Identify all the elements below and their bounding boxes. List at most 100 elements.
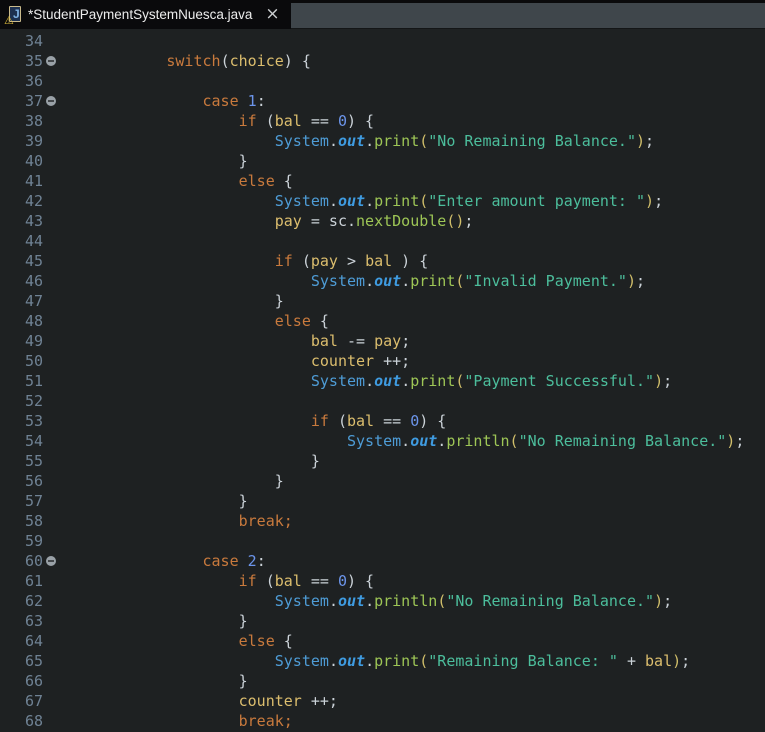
ide-window: J ⚠ *StudentPaymentSystemNuesca.java × 3…: [0, 0, 765, 731]
gutter-fold-area: [43, 431, 58, 451]
gutter-fold-area: [43, 71, 58, 91]
fold-toggle-icon[interactable]: [46, 96, 56, 106]
code-text: counter ++;: [238, 692, 338, 710]
code-text: }: [58, 672, 248, 690]
code-line: 46 System.out.print("Invalid Payment.");: [0, 271, 765, 291]
code-text: if (bal == 0) {: [310, 412, 447, 430]
code-text: System.out.print("Payment Successful.");: [310, 372, 673, 390]
fold-toggle-icon[interactable]: [46, 56, 56, 66]
code-text: }: [58, 612, 248, 630]
gutter-fold-area: [43, 671, 58, 691]
code-line: 54 System.out.println("No Remaining Bala…: [0, 431, 765, 451]
line-number: 59: [24, 532, 43, 550]
tab-close-icon[interactable]: ×: [265, 6, 279, 23]
code-line: 34: [0, 31, 765, 51]
gutter-fold-area: [43, 491, 58, 511]
code-line: 61 if (bal == 0) {: [0, 571, 765, 591]
code-text: counter ++;: [310, 352, 411, 370]
code-line: 42 System.out.print("Enter amount paymen…: [0, 191, 765, 211]
code-text: else {: [274, 312, 329, 330]
gutter-fold-area: [43, 251, 58, 271]
gutter-fold-area: [43, 651, 58, 671]
gutter-fold-area: [43, 91, 58, 111]
gutter-fold-area: [43, 171, 58, 191]
line-number: 47: [24, 292, 43, 310]
code-text: case 1:: [202, 92, 266, 110]
code-text: pay = sc.nextDouble();: [274, 212, 474, 230]
code-line: 62 System.out.println("No Remaining Bala…: [0, 591, 765, 611]
code-lines: 34 35 switch(choice) {36 37 case 1: 38 if (…: [0, 31, 765, 731]
code-line: 63 }: [0, 611, 765, 631]
line-number: 56: [24, 472, 43, 490]
code-editor[interactable]: 34 35 switch(choice) {36 37 case 1: 38 if (…: [0, 29, 765, 731]
gutter-fold-area: [43, 291, 58, 311]
code-text: case 2:: [202, 552, 266, 570]
gutter-fold-area: [43, 551, 58, 571]
code-line: 45 if (pay > bal ) {: [0, 251, 765, 271]
code-line: 53 if (bal == 0) {: [0, 411, 765, 431]
code-text: System.out.print("No Remaining Balance."…: [274, 132, 655, 150]
gutter-fold-area: [43, 471, 58, 491]
gutter-fold-area: [43, 591, 58, 611]
code-line: 36: [0, 71, 765, 91]
code-text: System.out.print("Invalid Payment.");: [310, 272, 646, 290]
line-number: 46: [24, 272, 43, 290]
line-number: 53: [24, 412, 43, 430]
editor-tab[interactable]: J ⚠ *StudentPaymentSystemNuesca.java ×: [0, 0, 291, 29]
gutter-fold-area: [43, 131, 58, 151]
warning-badge-icon: ⚠: [4, 14, 14, 27]
line-number: 54: [24, 432, 43, 450]
code-text: }: [58, 492, 248, 510]
java-letter: J: [13, 6, 20, 21]
gutter-fold-area: [43, 511, 58, 531]
code-line: 56 }: [0, 471, 765, 491]
line-number: 34: [24, 32, 43, 50]
gutter-fold-area: [43, 331, 58, 351]
line-number: 51: [24, 372, 43, 390]
code-line: 51 System.out.print("Payment Successful.…: [0, 371, 765, 391]
line-number: 48: [24, 312, 43, 330]
code-text: }: [58, 472, 284, 490]
fold-toggle-icon[interactable]: [46, 556, 56, 566]
code-line: 40 }: [0, 151, 765, 171]
line-number: 63: [24, 612, 43, 630]
code-text: System.out.print("Enter amount payment: …: [274, 192, 664, 210]
code-line: 48 else {: [0, 311, 765, 331]
code-line: 43 pay = sc.nextDouble();: [0, 211, 765, 231]
gutter-fold-area: [43, 31, 58, 51]
gutter-fold-area: [43, 451, 58, 471]
line-number: 66: [24, 672, 43, 690]
line-number: 58: [24, 512, 43, 530]
line-number: 42: [24, 192, 43, 210]
line-number: 52: [24, 392, 43, 410]
gutter-fold-area: [43, 311, 58, 331]
code-text: bal -= pay;: [310, 332, 411, 350]
gutter-fold-area: [43, 51, 58, 71]
code-line: 67 counter ++;: [0, 691, 765, 711]
code-text: System.out.println("No Remaining Balance…: [346, 432, 745, 450]
line-number: 40: [24, 152, 43, 170]
code-line: 41 else {: [0, 171, 765, 191]
gutter-fold-area: [43, 351, 58, 371]
tab-title: *StudentPaymentSystemNuesca.java: [28, 7, 253, 22]
line-number: 55: [24, 452, 43, 470]
line-number: 35: [24, 52, 43, 70]
gutter-fold-area: [43, 191, 58, 211]
code-text: System.out.println("No Remaining Balance…: [274, 592, 673, 610]
code-line: 38 if (bal == 0) {: [0, 111, 765, 131]
code-line: 68 break;: [0, 711, 765, 731]
gutter-fold-area: [43, 411, 58, 431]
line-number: 64: [24, 632, 43, 650]
line-number: 43: [24, 212, 43, 230]
code-line: 39 System.out.print("No Remaining Balanc…: [0, 131, 765, 151]
code-text: break;: [238, 512, 293, 530]
gutter-fold-area: [43, 111, 58, 131]
code-text: System.out.print("Remaining Balance: " +…: [274, 652, 691, 670]
code-line: 55 }: [0, 451, 765, 471]
line-number: 60: [24, 552, 43, 570]
code-text: }: [58, 292, 284, 310]
line-number: 57: [24, 492, 43, 510]
code-line: 60 case 2:: [0, 551, 765, 571]
line-number: 65: [24, 652, 43, 670]
line-number: 36: [24, 72, 43, 90]
